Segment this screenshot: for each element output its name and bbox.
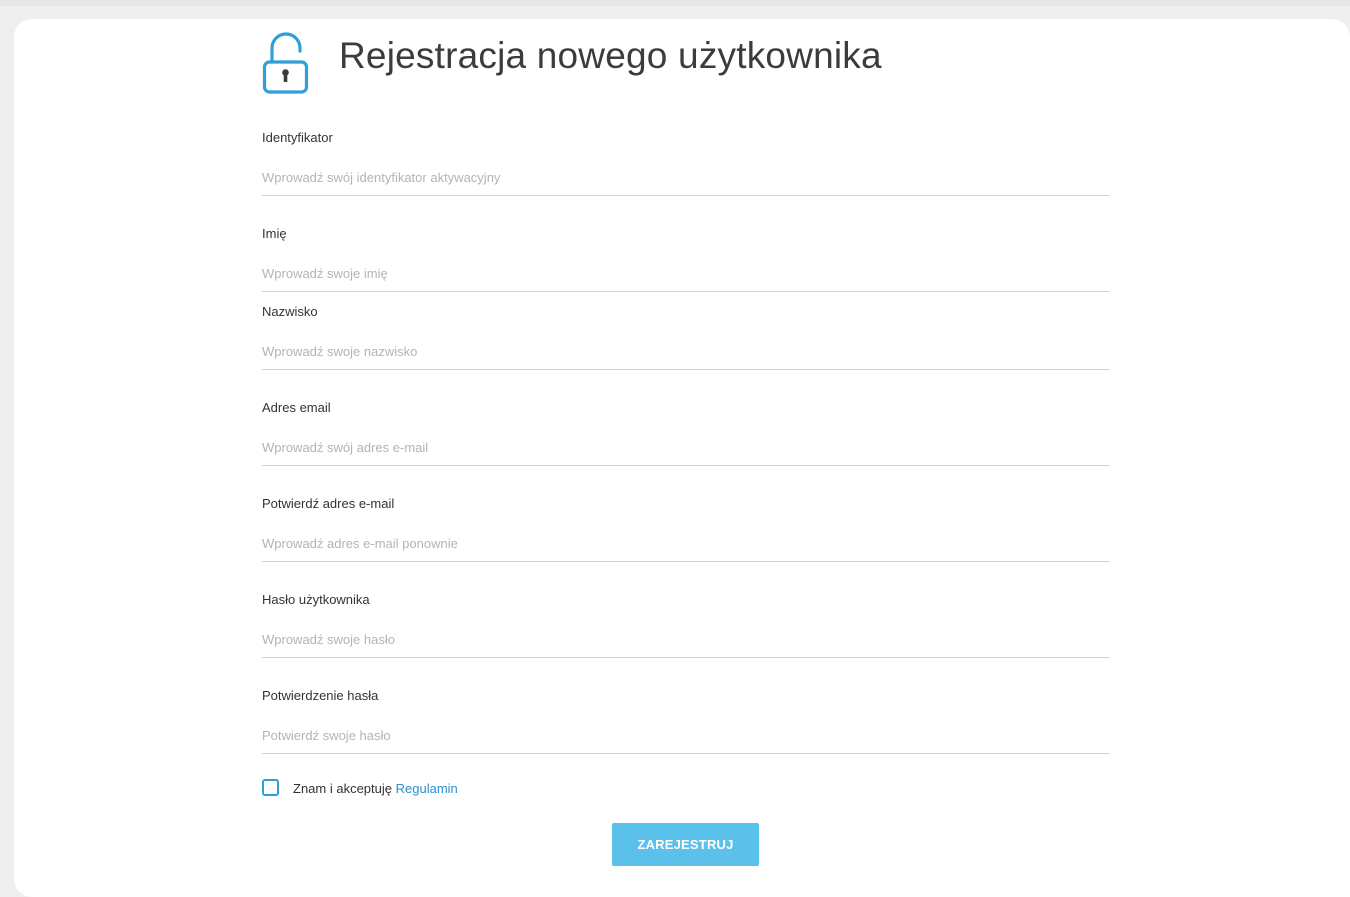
lock-open-icon xyxy=(262,32,310,94)
email-input[interactable] xyxy=(262,430,1110,466)
field-label: Potwierdź adres e-mail xyxy=(262,496,395,511)
register-button[interactable]: ZAREJESTRUJ xyxy=(612,823,759,866)
last-name-input[interactable] xyxy=(262,334,1110,370)
email-confirm-input[interactable] xyxy=(262,526,1110,562)
field-label: Potwierdzenie hasła xyxy=(262,688,379,703)
top-strip xyxy=(0,0,1350,6)
field-label: Identyfikator xyxy=(262,130,333,145)
password-confirm-input[interactable] xyxy=(262,718,1110,754)
terms-link[interactable]: Regulamin xyxy=(396,781,458,796)
activation-id-input[interactable] xyxy=(262,160,1110,196)
password-input[interactable] xyxy=(262,622,1110,658)
first-name-input[interactable] xyxy=(262,256,1110,292)
field-label: Nazwisko xyxy=(262,304,318,319)
page-header: Rejestracja nowego użytkownika xyxy=(262,32,1062,96)
terms-label: Znam i akceptuję Regulamin xyxy=(293,781,458,796)
page-title: Rejestracja nowego użytkownika xyxy=(339,35,882,76)
field-label: Hasło użytkownika xyxy=(262,592,370,607)
field-label: Adres email xyxy=(262,400,331,415)
field-label: Imię xyxy=(262,226,287,241)
terms-checkbox[interactable] xyxy=(262,779,279,796)
terms-text: Znam i akceptuję xyxy=(293,781,392,796)
